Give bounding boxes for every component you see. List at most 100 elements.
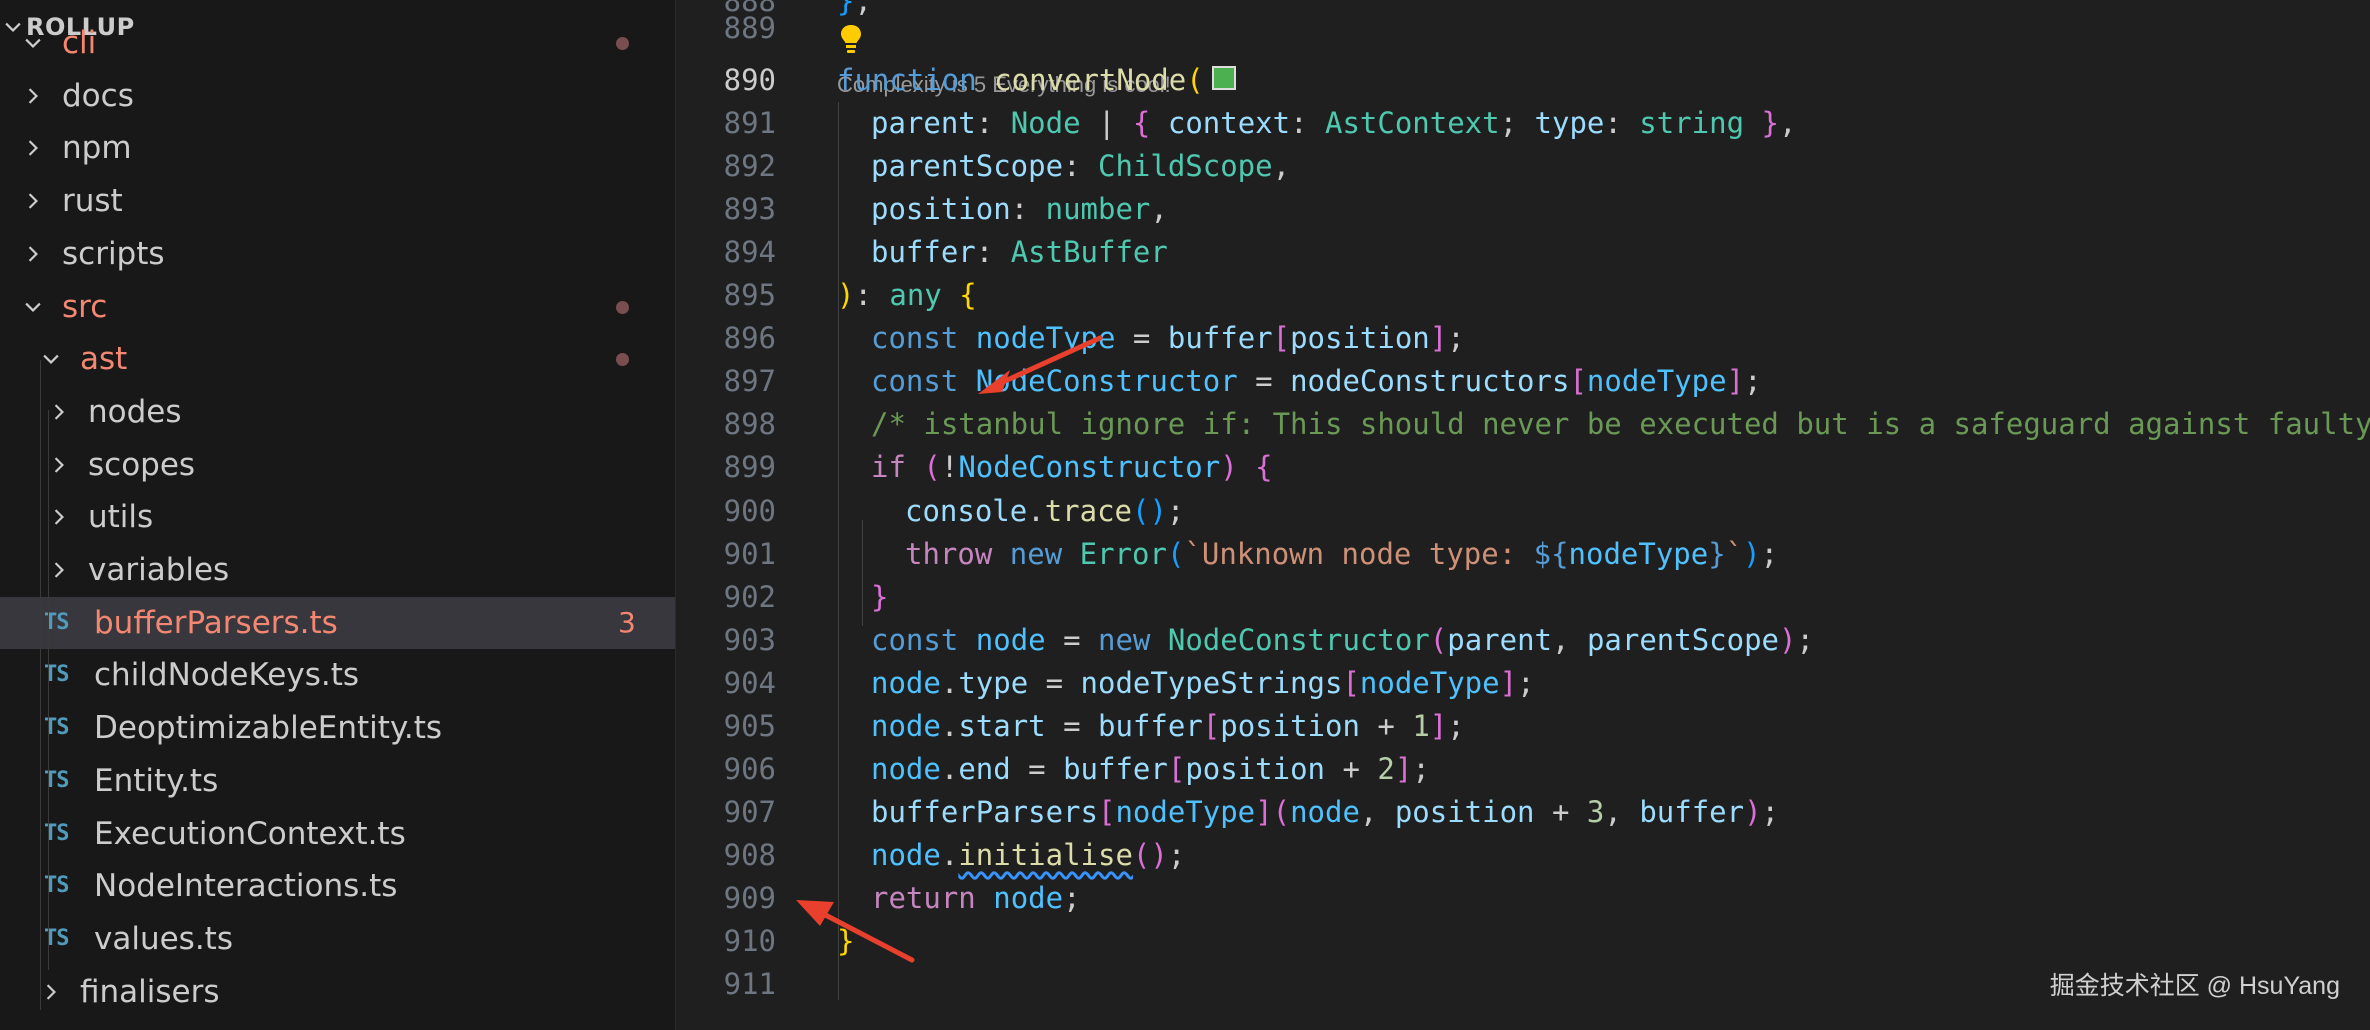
chevron-right-icon	[20, 175, 46, 227]
code-token: AstContext	[1325, 106, 1500, 141]
code-line[interactable]: 894 buffer: AstBuffer	[676, 231, 2370, 274]
line-number: 911	[723, 967, 776, 1002]
tree-folder[interactable]: scripts	[0, 228, 675, 280]
tree-file[interactable]: TS bufferParsers.ts 3	[0, 596, 675, 649]
code-token: :	[1290, 106, 1325, 141]
tree-item-label: values.ts	[94, 920, 233, 957]
tree-file[interactable]: TS values.ts	[0, 913, 675, 965]
line-number: 897	[723, 364, 776, 399]
tree-file[interactable]: TS ExecutionContext.ts	[0, 808, 675, 860]
code-line[interactable]: 897 const NodeConstructor = nodeConstruct…	[676, 360, 2370, 403]
tree-folder[interactable]: rust	[0, 175, 675, 227]
editor-indent-guide	[862, 520, 863, 626]
code-line[interactable]: 900 console.trace();	[676, 490, 2370, 533]
code-token: (	[923, 450, 941, 485]
code-content: node.initialise();	[837, 834, 1185, 877]
code-token: :	[1604, 106, 1640, 141]
typescript-file-icon: TS	[44, 925, 70, 951]
code-line[interactable]: 909 return node;	[676, 877, 2370, 920]
code-token: if	[871, 450, 906, 485]
code-token: const	[871, 622, 959, 657]
line-number: 890	[723, 63, 776, 97]
watermark: 掘金技术社区 @ HsuYang	[2049, 972, 2340, 1000]
code-content: const node = new NodeConstructor(parent,…	[837, 619, 1814, 662]
code-token: (	[1166, 536, 1185, 571]
code-line[interactable]: 908 node.initialise();	[676, 834, 2370, 877]
line-number: 908	[723, 837, 776, 872]
tree-file[interactable]: TS childNodeKeys.ts	[0, 649, 675, 701]
code-token: Error	[1079, 536, 1167, 571]
code-line[interactable]: 910}	[676, 920, 2370, 963]
tree-file[interactable]: TS NodeInteractions.ts	[0, 860, 675, 912]
code-line[interactable]: 890 function convertNode(	[676, 59, 2370, 102]
code-token: const	[871, 321, 959, 356]
code-token: !	[940, 450, 959, 485]
code-token: buffer	[1639, 794, 1745, 829]
tree-folder[interactable]: docs	[0, 70, 675, 122]
tree-item-label: nodes	[88, 393, 182, 430]
tree-folder[interactable]: variables	[0, 544, 675, 596]
code-line[interactable]: 889	[676, 7, 2370, 50]
code-content: parentScope: ChildScope,	[837, 145, 1290, 188]
tree-folder[interactable]: nodes	[0, 386, 675, 438]
tree-file[interactable]: TS DeoptimizableEntity.ts	[0, 702, 675, 754]
code-token: node	[975, 622, 1046, 657]
tree-indent-guide	[48, 410, 49, 970]
code-token: =	[1010, 751, 1064, 786]
code-line[interactable]: 907 bufferParsers[nodeType](node, positio…	[676, 791, 2370, 834]
code-token: ;	[1796, 622, 1814, 657]
code-token: {	[959, 278, 977, 313]
tree-file[interactable]: TS Entity.ts	[0, 755, 675, 807]
code-token: .	[940, 708, 959, 743]
code-content: ): any {	[837, 274, 977, 317]
code-line[interactable]: 902}	[676, 576, 2370, 619]
code-line[interactable]: 906 node.end = buffer[position + 2];	[676, 748, 2370, 791]
code-line[interactable]: 891 parent: Node | { context: AstContext;…	[676, 102, 2370, 145]
tree-indent-guide	[40, 360, 41, 1010]
code-token: ;	[1447, 708, 1465, 743]
code-token: (	[1429, 622, 1448, 657]
code-line[interactable]: 903 const node = new NodeConstructor(pare…	[676, 619, 2370, 662]
chevron-right-icon	[20, 228, 46, 280]
code-token: ;	[1744, 364, 1762, 399]
code-editor[interactable]: Complexity is 5 Everything is cool! 888}…	[676, 0, 2370, 1030]
code-token: position	[1185, 751, 1326, 786]
code-line[interactable]: 893 position: number,	[676, 188, 2370, 231]
tree-folder[interactable]: src	[0, 281, 675, 333]
tree-folder[interactable]: finalisers	[0, 966, 675, 1018]
code-line[interactable]: 904 node.type = nodeTypeStrings[nodeType]…	[676, 662, 2370, 705]
code-line[interactable]: 896 const nodeType = buffer[position];	[676, 317, 2370, 360]
tree-folder[interactable]: ast	[0, 333, 675, 385]
code-token: buffer	[1063, 751, 1168, 786]
code-token: (	[1272, 794, 1291, 829]
color-swatch-icon[interactable]	[1211, 66, 1236, 90]
code-line[interactable]: 895): any {	[676, 274, 2370, 317]
code-token: =	[1045, 708, 1099, 743]
code-token: :	[854, 278, 890, 313]
code-token: ,	[1604, 794, 1640, 829]
tree-folder[interactable]: scopes	[0, 439, 675, 491]
line-number: 891	[723, 106, 776, 141]
code-token: +	[1325, 751, 1378, 786]
code-token: ()	[1132, 493, 1167, 528]
tree-folder[interactable]: utils	[0, 491, 675, 543]
typescript-file-icon: TS	[44, 873, 70, 899]
line-number: 903	[723, 622, 776, 657]
typescript-file-icon: TS	[44, 609, 70, 635]
tree-item-label: childNodeKeys.ts	[94, 657, 360, 694]
code-line[interactable]: 901 throw new Error(`Unknown node type: $…	[676, 533, 2370, 576]
code-line[interactable]: 892 parentScope: ChildScope,	[676, 145, 2370, 188]
line-number: 899	[723, 450, 776, 485]
code-line[interactable]: 898 /* istanbul ignore if: This should ne…	[676, 403, 2370, 446]
tree-folder[interactable]: cli	[0, 17, 675, 69]
code-line[interactable]: 899 if (!NodeConstructor) {	[676, 446, 2370, 489]
line-number: 910	[723, 924, 776, 958]
code-token: ${	[1533, 536, 1569, 571]
code-token: }	[1708, 536, 1726, 571]
code-line[interactable]: 905 node.start = buffer[position + 1];	[676, 705, 2370, 748]
typescript-file-icon: TS	[44, 767, 70, 793]
tree-folder[interactable]: npm	[0, 122, 675, 174]
code-token: ;	[1447, 321, 1465, 356]
